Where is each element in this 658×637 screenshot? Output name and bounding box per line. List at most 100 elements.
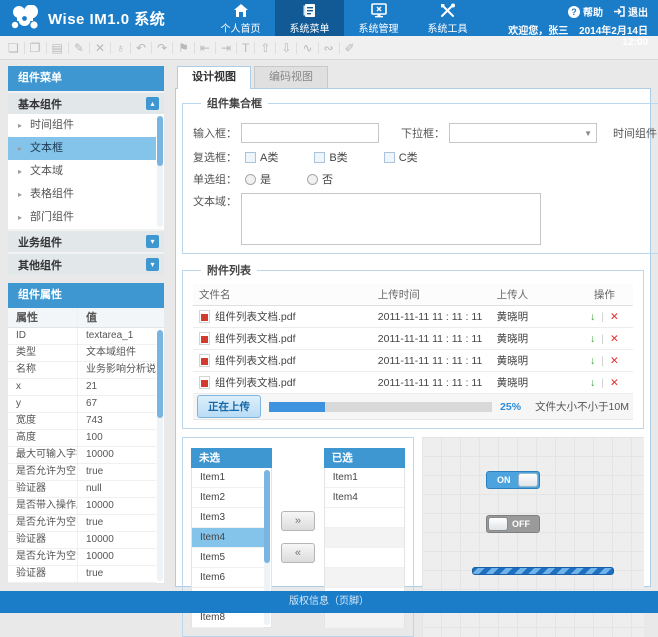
list-item[interactable]: Item5 [192,548,264,568]
nav-item-system-admin[interactable]: 系统管理 [344,0,413,36]
checkbox-option-b[interactable]: B类 [306,149,347,165]
upload-time: 2011-11-11 11 : 11 : 11 [378,328,497,349]
property-row[interactable]: 类型文本域组件 [8,345,156,362]
text-input[interactable] [241,123,379,143]
logout-icon [613,6,625,17]
scrollbar-thumb[interactable] [157,330,163,418]
property-row[interactable]: y67 [8,396,156,413]
toolbar-text-icon[interactable]: T [236,42,249,54]
radio-option-yes[interactable]: 是 [237,171,271,187]
scrollbar-thumb[interactable] [264,470,270,563]
file-name[interactable]: 组件列表文档.pdf [215,350,296,372]
property-row[interactable]: IDtextarea_1 [8,328,156,345]
property-row[interactable]: 是否允许为空10000 [8,549,156,566]
toolbar-curve-icon[interactable]: ∾ [318,42,334,54]
accordion-basic-components[interactable]: 基本组件 ▴ [8,91,164,114]
expand-icon[interactable]: ▾ [146,258,159,271]
list-item[interactable]: Item6 [192,568,264,588]
file-name[interactable]: 组件列表文档.pdf [215,306,296,328]
download-icon[interactable]: ↓ [590,355,595,367]
delete-icon[interactable]: ✕ [610,377,619,389]
toolbar-download-icon[interactable]: ⇩ [275,42,291,54]
list-item[interactable]: Item4 [325,488,404,508]
menu-item-department-component[interactable]: 部门组件 [8,206,156,229]
property-row[interactable]: 名称业务影响分析说明 [8,362,156,379]
delete-icon[interactable]: ✕ [610,311,619,323]
help-link[interactable]: ? 帮助 [568,4,603,19]
nav-item-system-tools[interactable]: 系统工具 [413,0,482,36]
toggle-switch-on[interactable]: ON [486,471,540,489]
nav-item-system-menu[interactable]: 系统菜单 [275,0,344,36]
toolbar-pencil-icon[interactable]: ✐ [339,42,355,54]
expand-icon[interactable]: ▾ [146,235,159,248]
selected-list-title: 已选 [324,448,405,468]
radio-icon[interactable] [245,174,256,185]
list-item[interactable]: Item1 [192,468,264,488]
radio-icon[interactable] [307,174,318,185]
list-item[interactable]: Item3 [192,508,264,528]
tab-code-view[interactable]: 编码视图 [254,66,328,88]
delete-icon[interactable]: ✕ [610,355,619,367]
toolbar-indent-icon[interactable]: ⇥ [215,42,231,54]
list-item-selected[interactable]: Item4 [192,528,264,548]
checkbox-icon[interactable] [314,152,325,163]
toggle-knob[interactable] [518,473,538,487]
toolbar-redo-icon[interactable]: ↷ [151,42,167,54]
property-row[interactable]: 验证器true [8,566,156,583]
property-row[interactable]: 验证器10000 [8,532,156,549]
scrollbar-thumb[interactable] [157,116,163,166]
toolbar-outdent-icon[interactable]: ⇤ [194,42,210,54]
menu-item-time-component[interactable]: 时间组件 [8,114,156,137]
tab-design-view[interactable]: 设计视图 [177,66,251,89]
checkbox-icon[interactable] [384,152,395,163]
menu-item-textbox[interactable]: 文本框 [8,137,156,160]
property-row[interactable]: x21 [8,379,156,396]
toolbar-save-icon[interactable]: ▤ [46,42,63,54]
toolbar-open-icon[interactable]: ❐ [24,42,41,54]
download-icon[interactable]: ↓ [590,333,595,345]
nav-item-home[interactable]: 个人首页 [206,0,275,36]
download-icon[interactable]: ↓ [590,311,595,323]
property-row[interactable]: 是否带入操作原因10000 [8,498,156,515]
collapse-icon[interactable]: ▴ [146,97,159,110]
checkbox-option-c[interactable]: C类 [376,149,418,165]
delete-icon[interactable]: ✕ [610,333,619,345]
checkbox-icon[interactable] [245,152,256,163]
file-name[interactable]: 组件列表文档.pdf [215,372,296,394]
accordion-business-components[interactable]: 业务组件 ▾ [8,229,164,252]
menu-scrollbar[interactable] [157,116,163,227]
prop-key: 验证器 [8,566,78,582]
textarea-field[interactable] [241,193,541,245]
property-row[interactable]: 高度100 [8,430,156,447]
property-row[interactable]: 宽度743 [8,413,156,430]
toolbar-edit-icon[interactable]: ✎ [68,42,84,54]
checkbox-option-a[interactable]: A类 [237,149,278,165]
toolbar-line-icon[interactable]: ∿ [296,42,312,54]
toolbar-flag-icon[interactable]: ⚑ [172,42,189,54]
toolbar-new-icon[interactable]: ❏ [8,42,19,54]
move-left-button[interactable]: « [281,543,315,563]
accordion-other-components[interactable]: 其他组件 ▾ [8,252,164,275]
menu-item-table-component[interactable]: 表格组件 [8,183,156,206]
download-icon[interactable]: ↓ [590,377,595,389]
property-row[interactable]: 最大可输入字符数10000 [8,447,156,464]
properties-scrollbar[interactable] [157,330,163,581]
file-name[interactable]: 组件列表文档.pdf [215,328,296,350]
list-item[interactable]: Item2 [192,488,264,508]
logout-link[interactable]: 退出 [613,4,648,19]
move-right-button[interactable]: » [281,511,315,531]
toolbar-upload-icon[interactable]: ⇧ [254,42,270,54]
menu-item-textarea[interactable]: 文本域 [8,160,156,183]
radio-option-no[interactable]: 否 [299,171,333,187]
dropdown-select[interactable]: ▼ [449,123,597,143]
list-item[interactable]: Item1 [325,468,404,488]
uploading-button[interactable]: 正在上传 [197,395,261,418]
toolbar-undo-icon[interactable]: ↶ [130,42,146,54]
toolbar-delete-icon[interactable]: ✕ [89,42,105,54]
property-row[interactable]: 是否允许为空true [8,464,156,481]
property-row[interactable]: 是否允许为空true [8,515,156,532]
toolbar-publish-icon[interactable]: ♁ [110,42,125,54]
property-row[interactable]: 验证器null [8,481,156,498]
toggle-knob[interactable] [488,517,508,531]
toggle-switch-off[interactable]: OFF [486,515,540,533]
